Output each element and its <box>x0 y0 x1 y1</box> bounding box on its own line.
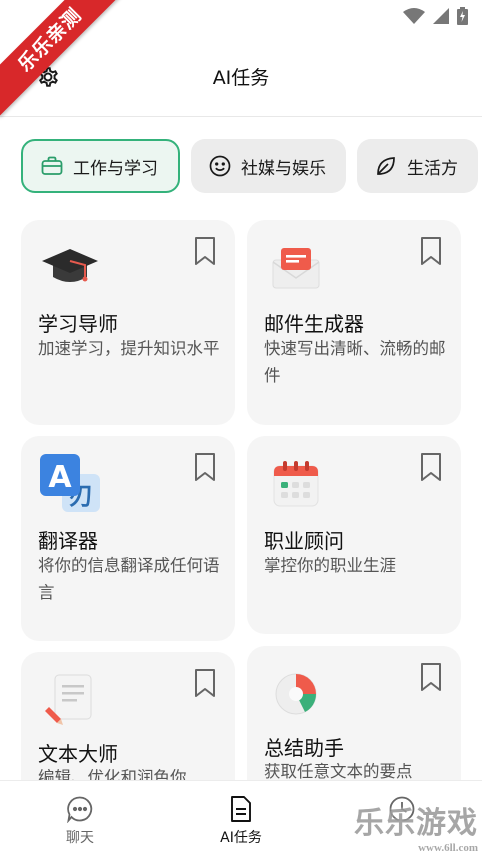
pie-chart-icon <box>264 662 328 726</box>
card-title: 学习导师 <box>38 312 118 336</box>
nav-label: 聊天 <box>66 830 94 846</box>
header-divider <box>0 116 482 117</box>
bookmark-icon[interactable] <box>192 668 218 698</box>
task-card-career-advisor[interactable]: 职业顾问 掌控你的职业生涯 <box>247 436 461 634</box>
tab-label: 工作与学习 <box>73 158 158 179</box>
nav-ai-tasks[interactable]: AI任务 <box>191 795 291 847</box>
page-title: AI任务 <box>212 67 270 89</box>
tab-work-study[interactable]: 工作与学习 <box>21 139 180 193</box>
tab-social-entertainment[interactable]: 社媒与娱乐 <box>191 139 346 193</box>
mail-icon <box>264 236 328 300</box>
card-title: 总结助手 <box>264 736 344 760</box>
task-grid: 学习导师 加速学习，提升知识水平 邮件生成器 快速写出清晰、流畅的邮件 刃A 翻… <box>21 220 461 780</box>
task-card-study-tutor[interactable]: 学习导师 加速学习，提升知识水平 <box>21 220 235 425</box>
document-pen-icon <box>38 668 102 732</box>
task-card-translator[interactable]: 刃A 翻译器 将你的信息翻译成任何语言 <box>21 436 235 641</box>
task-doc-icon <box>231 796 251 822</box>
bookmark-icon[interactable] <box>418 452 444 482</box>
smiley-icon <box>209 155 231 177</box>
nav-chat[interactable]: 聊天 <box>30 795 130 847</box>
nav-label: AI任务 <box>220 830 262 846</box>
task-card-email-generator[interactable]: 邮件生成器 快速写出清晰、流畅的邮件 <box>247 220 461 425</box>
watermark: 乐乐游戏 www.6ll.com <box>354 798 478 854</box>
wifi-icon <box>403 8 425 24</box>
bookmark-icon[interactable] <box>192 452 218 482</box>
bookmark-icon[interactable] <box>418 236 444 266</box>
card-title: 文本大师 <box>38 742 118 766</box>
task-card-text-master[interactable]: 文本大师 编辑、优化和润色你 <box>21 652 235 780</box>
task-card-summary-assistant[interactable]: 总结助手 获取任意文本的要点 <box>247 646 461 780</box>
briefcase-icon <box>41 155 63 177</box>
calendar-icon <box>264 452 328 516</box>
card-title: 邮件生成器 <box>264 312 364 336</box>
card-title: 职业顾问 <box>264 529 344 553</box>
card-description: 获取任意文本的要点 <box>264 762 413 780</box>
card-description: 编辑、优化和润色你 <box>38 768 187 780</box>
tab-label: 生活方 <box>407 158 458 179</box>
status-icons <box>403 7 468 25</box>
leaf-icon <box>375 155 397 177</box>
card-title: 翻译器 <box>38 529 98 553</box>
translate-icon: 刃A <box>38 452 102 516</box>
tab-life[interactable]: 生活方 <box>357 139 478 193</box>
card-description: 将你的信息翻译成任何语言 <box>38 556 220 602</box>
card-description: 加速学习，提升知识水平 <box>38 339 220 358</box>
watermark-text: 乐乐游戏 <box>354 807 478 840</box>
bookmark-icon[interactable] <box>192 236 218 266</box>
bookmark-icon[interactable] <box>418 662 444 692</box>
card-description: 快速写出清晰、流畅的邮件 <box>264 339 446 385</box>
svg-text:A: A <box>48 460 72 495</box>
card-description: 掌控你的职业生涯 <box>264 556 396 575</box>
graduation-cap-icon <box>38 236 102 300</box>
chat-icon <box>67 796 93 823</box>
category-tabs: 工作与学习 社媒与娱乐 生活方 <box>21 139 478 193</box>
signal-icon <box>433 8 449 24</box>
tab-label: 社媒与娱乐 <box>241 158 326 179</box>
battery-icon <box>457 7 468 25</box>
app-header: AI任务 <box>0 50 482 102</box>
watermark-url: www.6ll.com <box>418 842 478 854</box>
